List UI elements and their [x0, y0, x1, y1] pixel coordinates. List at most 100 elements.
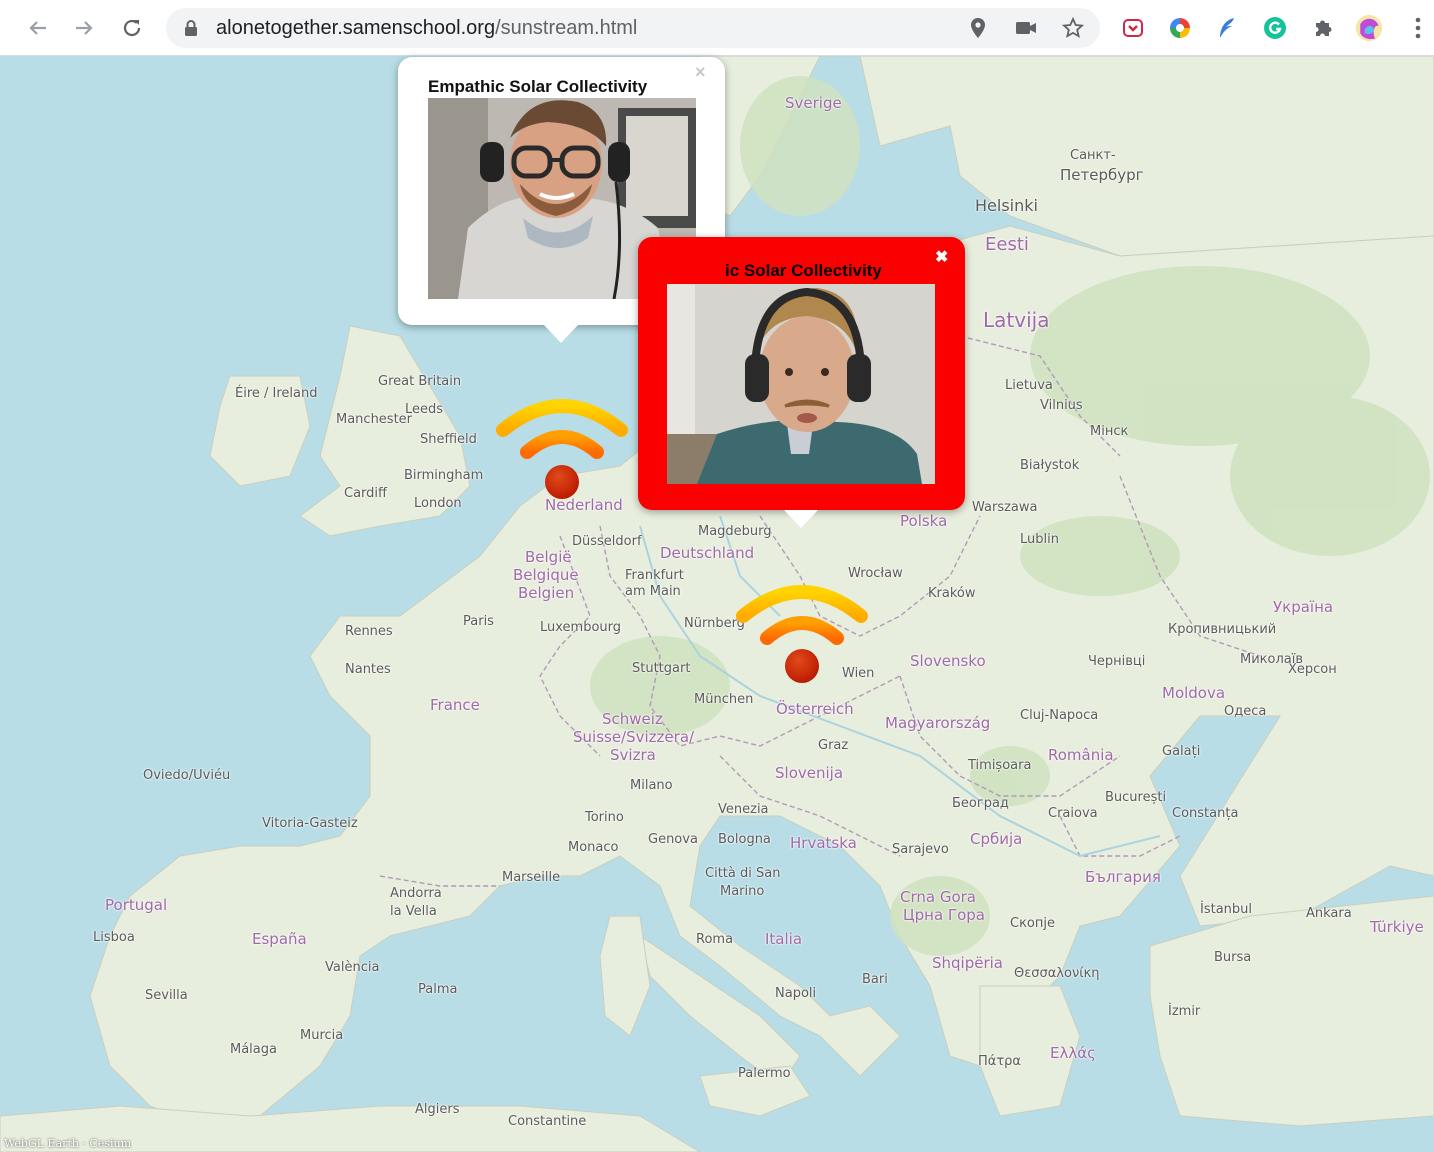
label-oviedo: Oviedo/Uviéu: [143, 768, 231, 783]
label-peterburg: Петербург: [1060, 166, 1144, 184]
label-andorra: Andorra: [390, 886, 442, 901]
label-chernivtsi: Чернівці: [1088, 654, 1146, 669]
label-belgique: Belgique: [513, 566, 579, 584]
label-rennes: Rennes: [345, 624, 393, 639]
label-istanbul: İstanbul: [1200, 902, 1253, 917]
label-magdeburg: Magdeburg: [698, 524, 772, 539]
pocket-extension-icon[interactable]: [1119, 14, 1147, 42]
label-shqiperia: Shqipëria: [932, 954, 1003, 972]
label-citta: Città di San: [705, 866, 781, 881]
label-malaga: Málaga: [230, 1042, 277, 1057]
label-palermo: Palermo: [738, 1066, 791, 1081]
label-latvija: Latvija: [983, 308, 1050, 332]
label-birmingham: Birmingham: [404, 468, 484, 483]
label-italia: Italia: [765, 930, 803, 948]
label-luxembourg: Luxembourg: [540, 620, 622, 635]
label-romania: România: [1048, 746, 1114, 764]
label-bologna: Bologna: [718, 832, 771, 847]
label-belgie: België: [525, 548, 572, 566]
bookmark-star-icon[interactable]: [1061, 16, 1085, 40]
feather-extension-icon[interactable]: [1213, 14, 1241, 42]
label-ukraina: Україна: [1273, 598, 1334, 616]
label-helsinki: Helsinki: [975, 196, 1038, 215]
label-moldova: Moldova: [1162, 684, 1226, 702]
label-paris: Paris: [463, 614, 494, 629]
label-galati: Galați: [1162, 744, 1201, 759]
broadcast-marker-netherlands[interactable]: [493, 390, 633, 500]
popup-pointer: [544, 325, 578, 343]
label-palma: Palma: [418, 982, 458, 997]
label-beograd: Београд: [952, 796, 1009, 811]
label-lublin: Lublin: [1020, 532, 1059, 547]
label-sarajevo: Sarajevo: [892, 842, 949, 857]
video-feed[interactable]: [667, 284, 935, 484]
label-hrvatska: Hrvatska: [790, 834, 857, 852]
label-espana: España: [252, 930, 307, 948]
back-button[interactable]: [22, 12, 54, 44]
address-bar[interactable]: alonetogether.samenschool.org/sunstream.…: [166, 8, 1100, 48]
label-vitoria: Vitoria-Gasteiz: [262, 816, 358, 831]
more-menu-icon[interactable]: [1404, 14, 1432, 42]
label-monaco: Monaco: [568, 840, 619, 855]
browser-toolbar: alonetogether.samenschool.org/sunstream.…: [0, 0, 1434, 56]
label-nantes: Nantes: [345, 662, 391, 677]
label-graz: Graz: [818, 738, 849, 753]
label-ankara: Ankara: [1306, 906, 1352, 921]
label-ellada: Ελλάς: [1050, 1044, 1096, 1062]
label-andorra-2: la Vella: [390, 904, 437, 919]
label-thessaloniki: Θεσσαλονίκη: [1014, 966, 1100, 981]
label-genova: Genova: [648, 832, 698, 847]
label-dusseldorf: Düsseldorf: [572, 534, 642, 549]
label-vilnius: Vilnius: [1040, 398, 1083, 413]
label-bursa: Bursa: [1214, 950, 1252, 965]
extensions-puzzle-icon[interactable]: [1309, 14, 1337, 42]
map-attribution[interactable]: WebGL Earth · Cesium: [4, 1137, 131, 1150]
label-kropyvnytskyi: Кропивницький: [1168, 622, 1277, 637]
label-portugal: Portugal: [105, 896, 168, 914]
label-slovenija: Slovenija: [775, 764, 844, 782]
label-sverige: Sverige: [785, 94, 842, 112]
label-stuttgart: Stuttgart: [632, 661, 691, 676]
label-slovensko: Slovensko: [910, 652, 986, 670]
close-button[interactable]: ✖: [935, 247, 948, 267]
label-skopje: Скопје: [1010, 916, 1055, 931]
label-eesti: Eesti: [985, 234, 1029, 255]
reload-button[interactable]: [116, 12, 148, 44]
label-lietuva: Lietuva: [1005, 378, 1053, 393]
color-extension-icon[interactable]: [1166, 14, 1194, 42]
label-balgariya: България: [1085, 868, 1161, 886]
label-marseille: Marseille: [502, 870, 561, 885]
arrow-left-icon: [29, 21, 46, 35]
close-button[interactable]: ×: [695, 62, 706, 83]
label-izmir: İzmir: [1168, 1004, 1201, 1019]
label-magyarorszag: Magyarország: [885, 714, 991, 732]
arrow-right-icon: [76, 21, 93, 35]
label-valencia: València: [325, 960, 380, 975]
label-cluj: Cluj-Napoca: [1020, 708, 1099, 723]
label-sankt: Санкт-: [1070, 148, 1116, 163]
label-great-britain: Great Britain: [378, 374, 462, 389]
label-sevilla: Sevilla: [145, 988, 188, 1003]
label-torino: Torino: [585, 810, 624, 825]
label-polska: Polska: [900, 512, 948, 530]
url-text: alonetogether.samenschool.org/sunstream.…: [216, 17, 638, 39]
label-bialystok: Białystok: [1020, 458, 1080, 473]
label-patra: Πάτρα: [978, 1054, 1021, 1069]
label-algiers: Algiers: [415, 1102, 460, 1117]
broadcast-marker-czechia[interactable]: [733, 576, 873, 686]
label-svizra: Svizra: [610, 746, 656, 764]
location-pin-icon[interactable]: [966, 16, 990, 40]
camera-icon[interactable]: [1014, 16, 1038, 40]
label-suisse: Suisse/Svizzera/: [573, 728, 695, 746]
popup-title: Empathic Solar Collectivity: [428, 77, 648, 96]
stream-popup-2-active[interactable]: ic Solar Collectivity ✖: [638, 237, 965, 528]
label-sheffield: Sheffield: [420, 432, 477, 447]
reload-icon: [123, 19, 141, 37]
grammarly-extension-icon[interactable]: [1261, 14, 1289, 42]
label-timisoara: Timișoara: [968, 758, 1032, 773]
label-constantine: Constantine: [508, 1114, 587, 1129]
forward-button[interactable]: [68, 12, 100, 44]
label-constanta: Constanța: [1172, 806, 1239, 821]
profile-avatar[interactable]: [1355, 14, 1383, 42]
label-schweiz: Schweiz: [602, 710, 663, 728]
